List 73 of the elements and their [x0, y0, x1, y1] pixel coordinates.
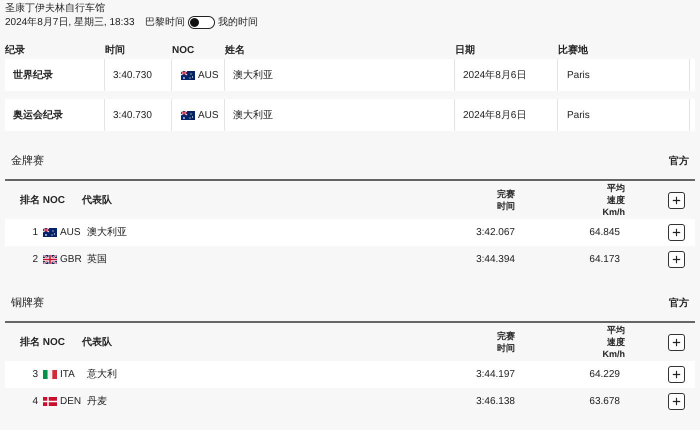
- time-cell: 3:44.394: [476, 254, 515, 265]
- team-cell: 英国: [87, 254, 107, 265]
- italy-flag-icon: [43, 370, 57, 379]
- plus-icon: [671, 194, 682, 206]
- table-cell-text: 2024年8月6日: [463, 108, 526, 122]
- denmark-flag-icon: [43, 397, 57, 406]
- noc-cell-text: GBR: [60, 253, 82, 267]
- table-cell-text: 3:40.730: [113, 108, 152, 122]
- table-cell-text: 奥运会纪录: [13, 108, 63, 122]
- expand-button[interactable]: [668, 334, 685, 350]
- table-cell-text: AUS: [198, 108, 219, 122]
- team-cell: 澳大利亚: [87, 227, 127, 238]
- uk-flag-icon: [43, 255, 57, 264]
- plus-icon: [671, 369, 682, 380]
- rank-cell: 3: [32, 369, 38, 380]
- column-header: 平均 速度 Km/h: [602, 182, 625, 218]
- toggle-label: 我的时间: [218, 16, 258, 30]
- expand-button[interactable]: [668, 224, 685, 241]
- noc-cell-text: ITA: [60, 368, 75, 382]
- noc-cell-text: AUS: [60, 226, 81, 240]
- event-datetime: 2024年8月7日, 星期三, 18:33: [5, 16, 136, 30]
- team-cell: 丹麦: [87, 396, 107, 407]
- toggle-label: 巴黎时间: [145, 16, 185, 30]
- speed-cell: 64.173: [589, 254, 620, 265]
- table-cell-text: 澳大利亚: [233, 68, 273, 82]
- expand-button[interactable]: [668, 251, 685, 268]
- column-header: 姓名: [225, 44, 245, 56]
- speed-cell: 64.845: [589, 227, 620, 238]
- noc-cell-text: DEN: [60, 395, 82, 409]
- official-label: 官方: [669, 154, 689, 168]
- expand-button[interactable]: [668, 366, 685, 383]
- column-header: 纪录: [5, 44, 25, 56]
- column-header: 排名 NOC: [20, 194, 65, 206]
- column-header: 时间: [105, 44, 125, 56]
- plus-icon: [671, 254, 682, 265]
- rank-cell: 2: [32, 254, 38, 265]
- table-cell-text: 2024年8月6日: [463, 68, 526, 82]
- australia-flag-icon: [43, 228, 57, 237]
- column-header: 代表队: [82, 194, 112, 206]
- venue-name: 圣康丁伊夫林自行车馆: [5, 2, 106, 15]
- table-cell-text: Paris: [567, 108, 590, 122]
- official-label: 官方: [669, 296, 689, 310]
- column-header: 日期: [455, 44, 475, 56]
- speed-cell: 63.678: [589, 396, 620, 407]
- column-header: 完赛 时间: [497, 188, 515, 212]
- table-cell-text: Paris: [567, 68, 590, 82]
- section-title: 铜牌赛: [11, 296, 44, 311]
- section-title: 金牌赛: [11, 154, 44, 169]
- column-header: 平均 速度 Km/h: [602, 324, 625, 360]
- australia-flag-icon: [181, 110, 195, 120]
- time-cell: 3:44.197: [476, 369, 515, 380]
- table-cell-text: AUS: [198, 68, 219, 82]
- column-header: NOC: [172, 44, 194, 56]
- column-header: 排名 NOC: [20, 336, 65, 348]
- time-cell: 3:42.067: [476, 227, 515, 238]
- speed-cell: 64.229: [589, 369, 620, 380]
- plus-icon: [671, 227, 682, 238]
- column-header: 完赛 时间: [497, 330, 515, 354]
- time-cell: 3:46.138: [476, 396, 515, 407]
- australia-flag-icon: [181, 70, 195, 80]
- table-cell-text: 世界纪录: [13, 68, 53, 82]
- team-cell: 意大利: [87, 369, 117, 380]
- column-header: 比赛地: [558, 44, 588, 56]
- rank-cell: 4: [32, 396, 38, 407]
- time-toggle[interactable]: [188, 16, 215, 28]
- expand-button[interactable]: [668, 393, 685, 410]
- expand-button[interactable]: [668, 192, 685, 208]
- plus-icon: [671, 396, 682, 407]
- table-cell-text: 澳大利亚: [233, 108, 273, 122]
- plus-icon: [671, 336, 682, 348]
- rank-cell: 1: [32, 227, 38, 238]
- table-cell-text: 3:40.730: [113, 68, 152, 82]
- column-header: 代表队: [82, 336, 112, 348]
